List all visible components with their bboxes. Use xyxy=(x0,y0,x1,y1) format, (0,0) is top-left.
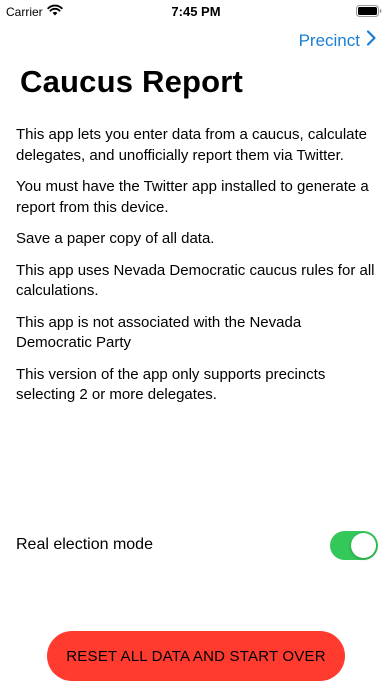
info-text: This app lets you enter data from a cauc… xyxy=(16,125,376,417)
chevron-right-icon[interactable] xyxy=(366,30,376,51)
page-title: Caucus Report xyxy=(20,64,244,99)
info-paragraph: This app is not associated with the Neva… xyxy=(16,313,302,352)
status-time: 7:45 PM xyxy=(171,4,221,19)
precinct-nav-label[interactable]: Precinct xyxy=(299,31,360,51)
info-paragraph: You must have the Twitter app installed … xyxy=(16,178,369,216)
status-bar: Carrier 7:45 PM xyxy=(0,0,392,22)
info-paragraph: This app lets you enter data from a cauc… xyxy=(16,126,368,164)
toggle-knob xyxy=(351,532,376,558)
info-paragraph: This version of the app only supports pr… xyxy=(16,365,326,404)
battery-icon xyxy=(356,5,382,20)
real-election-mode-row: Real election mode xyxy=(16,530,378,560)
info-paragraph: This app uses Nevada Democratic caucus r… xyxy=(16,261,375,300)
real-election-mode-toggle[interactable] xyxy=(330,530,378,560)
status-right xyxy=(356,5,382,20)
precinct-nav-button[interactable]: Precinct xyxy=(299,30,376,51)
real-election-mode-label: Real election mode xyxy=(16,536,153,553)
reset-all-data-button[interactable]: RESET ALL DATA AND START OVER xyxy=(47,631,345,681)
info-paragraph: Save a paper copy of all data. xyxy=(16,230,215,247)
